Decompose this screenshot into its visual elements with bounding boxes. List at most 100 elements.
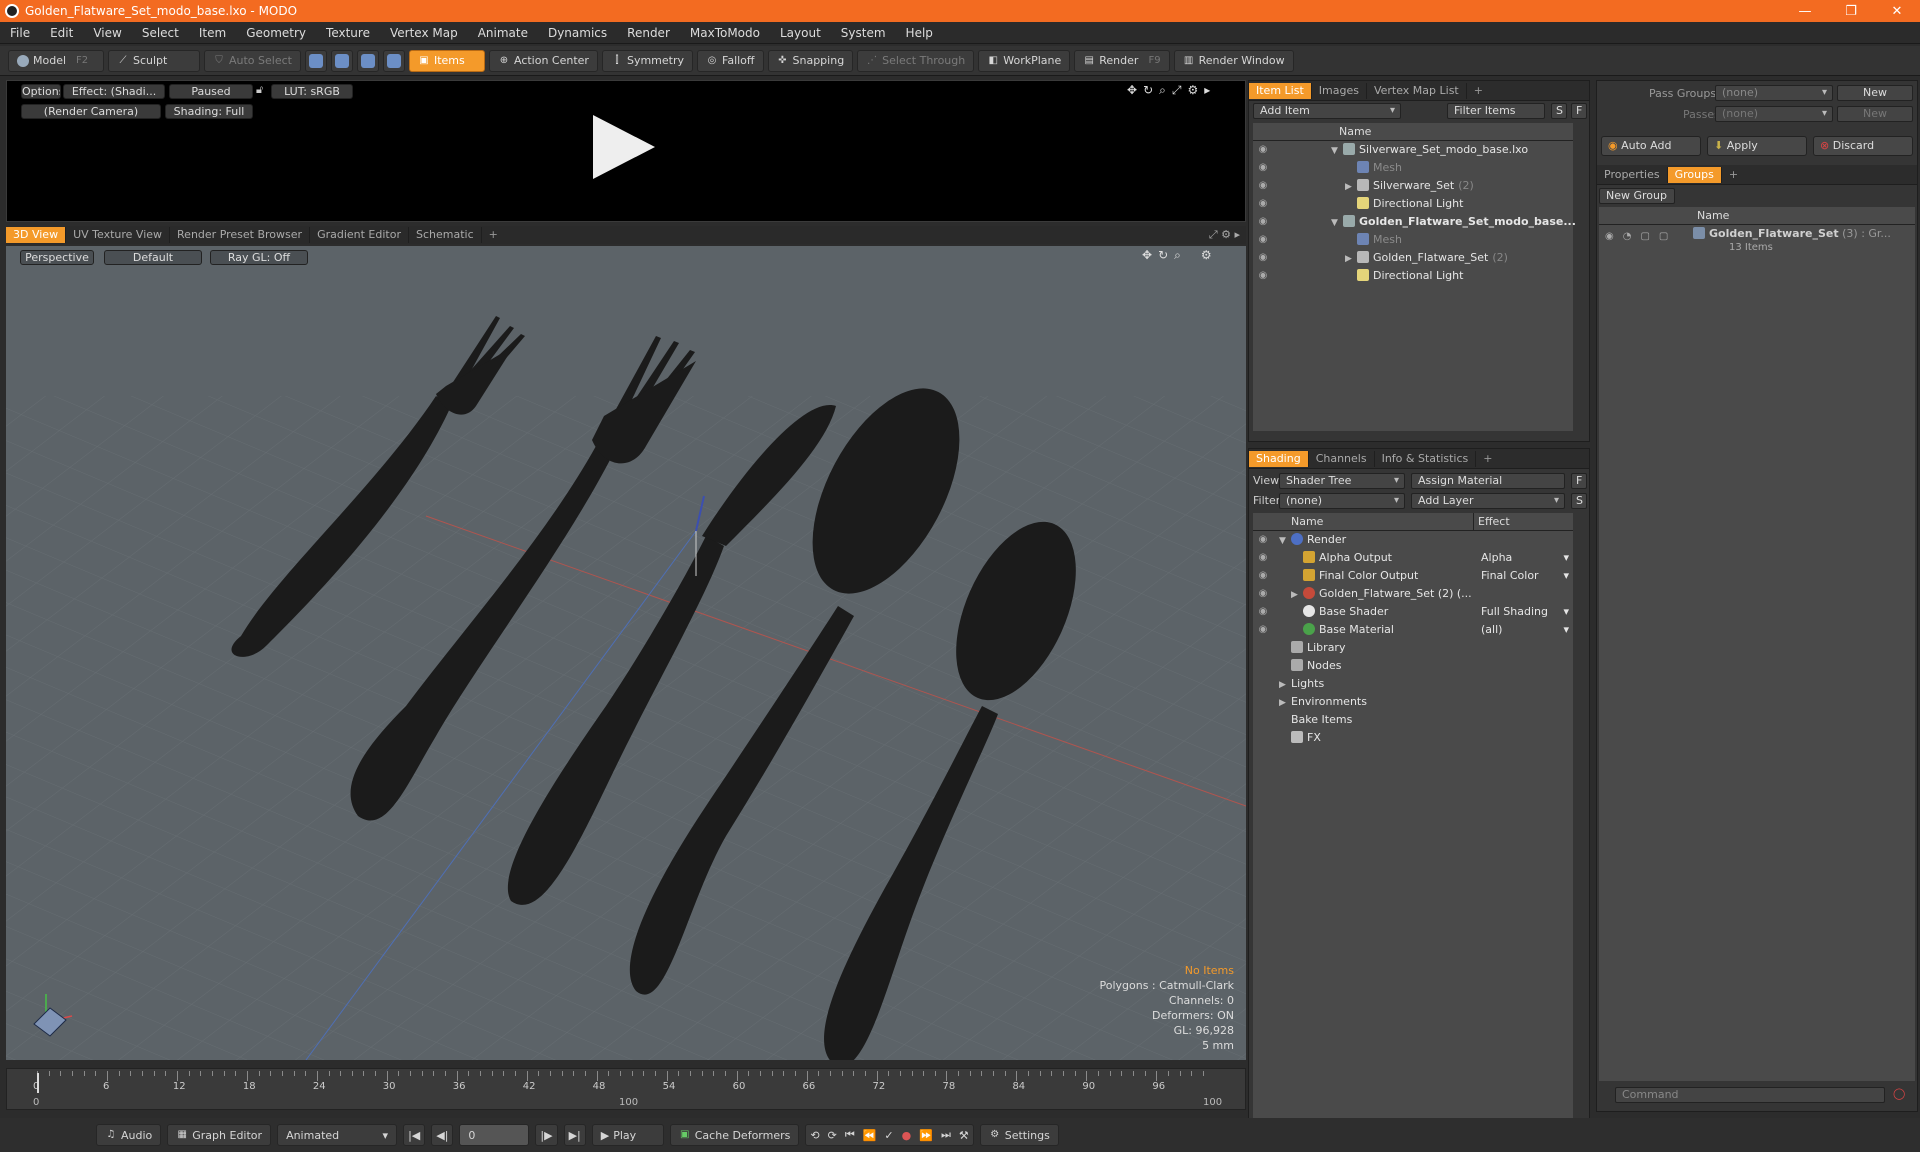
expand-arrow-icon[interactable]: ▶ <box>1345 250 1357 268</box>
shader-name-column-header[interactable]: Name <box>1253 513 1473 531</box>
menu-select[interactable]: Select <box>132 26 189 40</box>
tab-groups[interactable]: Groups <box>1667 166 1722 183</box>
groups-name-column-header[interactable]: Name <box>1599 207 1915 225</box>
select-materials-button[interactable] <box>382 49 405 72</box>
falloff-button[interactable]: ◎ Falloff <box>697 49 764 72</box>
timeline[interactable]: 06121824303642485460667278849096 0 100 1… <box>6 1068 1246 1110</box>
visibility-eye-icon[interactable]: ◉ <box>1257 159 1269 177</box>
menu-item[interactable]: Item <box>189 26 236 40</box>
visibility-eye-icon[interactable]: ◉ <box>1257 177 1269 195</box>
fit-icon[interactable]: ⤢ <box>1172 83 1182 98</box>
render-window-button[interactable]: ▥ Render Window <box>1173 49 1294 72</box>
model-mode-button[interactable]: Model F2 <box>8 49 104 72</box>
next-key-button[interactable]: |▶ <box>535 1124 558 1146</box>
record-icon[interactable]: ● <box>902 1129 912 1142</box>
shader-row[interactable]: ◉ Final Color Output Final Color ▾ <box>1253 567 1573 585</box>
3d-viewport[interactable]: Perspective Default Ray GL: Off ✥ ↻ ⌕ ⚙ … <box>6 246 1246 1060</box>
add-shading-tab[interactable]: + <box>1476 451 1499 467</box>
symmetry-button[interactable]: ⫿ Symmetry <box>601 49 694 72</box>
shader-filter-dropdown[interactable]: (none) <box>1279 493 1405 509</box>
menu-geometry[interactable]: Geometry <box>236 26 316 40</box>
shading-s-button[interactable]: S <box>1571 493 1587 509</box>
effect-dropdown[interactable]: (all) ▾ <box>1477 621 1573 639</box>
shader-row[interactable]: ◉ Base Material (all) ▾ <box>1253 621 1573 639</box>
workplane-button[interactable]: ◧ WorkPlane <box>978 49 1071 72</box>
render-button[interactable]: ▤ Render F9 <box>1074 49 1170 72</box>
visibility-eye-icon[interactable]: ◉ <box>1257 249 1269 267</box>
item-s-button[interactable]: S <box>1551 103 1567 119</box>
animated-dropdown[interactable]: Animated ▾ <box>277 1124 398 1146</box>
menu-file[interactable]: File <box>0 26 40 40</box>
command-input[interactable]: Command <box>1615 1087 1885 1103</box>
visibility-eye-icon[interactable]: ◉ <box>1257 603 1269 621</box>
expand-arrow-icon[interactable]: ▶ <box>1279 694 1291 712</box>
visibility-eye-icon[interactable]: ◉ <box>1257 549 1269 567</box>
tab-render-preset-browser[interactable]: Render Preset Browser <box>170 227 311 243</box>
play-small-icon[interactable]: ▸ <box>1204 83 1210 98</box>
expand-arrow-icon[interactable]: ▼ <box>1331 214 1343 232</box>
items-mode-button[interactable]: ▣ Items <box>408 49 485 72</box>
menu-system[interactable]: System <box>831 26 896 40</box>
effect-dropdown[interactable]: Full Shading ▾ <box>1477 603 1573 621</box>
zoom-icon[interactable]: ⌕ <box>1159 83 1166 98</box>
command-stop-icon[interactable]: ◯ <box>1893 1087 1905 1100</box>
item-row[interactable]: ◉ Mesh <box>1253 231 1573 249</box>
add-layer-dropdown[interactable]: Add Layer <box>1411 493 1565 509</box>
menu-dynamics[interactable]: Dynamics <box>538 26 617 40</box>
sculpt-mode-button[interactable]: ⟋ Sculpt <box>108 49 200 72</box>
visibility-eye-icon[interactable]: ◉ <box>1257 567 1269 585</box>
gear-icon[interactable]: ⚙ <box>1187 83 1198 98</box>
expand-arrow-icon[interactable]: ▶ <box>1345 178 1357 196</box>
new-group-button[interactable]: New Group <box>1599 188 1675 204</box>
snapping-button[interactable]: ✜ Snapping <box>767 49 854 72</box>
select-polygons-button[interactable] <box>356 49 379 72</box>
shader-row[interactable]: FX <box>1253 729 1573 747</box>
raygl-toggle[interactable]: Ray GL: Off <box>210 250 308 265</box>
apply-button[interactable]: ⬇ Apply <box>1707 136 1807 156</box>
expand-arrow-icon[interactable]: ▼ <box>1279 532 1291 550</box>
tab-channels[interactable]: Channels <box>1309 450 1375 467</box>
group-row[interactable]: Golden_Flatware_Set (3) : Gr... <box>1693 227 1891 240</box>
loop-icon[interactable]: ⟲ <box>810 1129 819 1142</box>
menu-layout[interactable]: Layout <box>770 26 831 40</box>
visibility-eye-icon[interactable]: ◉ <box>1257 141 1269 159</box>
shader-row[interactable]: Bake Items <box>1253 711 1573 729</box>
tab-shading[interactable]: Shading <box>1249 450 1309 467</box>
playback-tools[interactable]: ⟲ ⟳ ⏮ ⏪ ✓ ● ⏩ ⏭ ⚒ <box>805 1124 974 1146</box>
select-edges-button[interactable] <box>330 49 353 72</box>
key-tools-icon[interactable]: ⚒ <box>959 1129 969 1142</box>
view-style-dropdown[interactable]: Default <box>104 250 202 265</box>
tab-info-statistics[interactable]: Info & Statistics <box>1375 450 1477 467</box>
item-name-column-header[interactable]: Name <box>1253 123 1573 141</box>
menu-help[interactable]: Help <box>896 26 943 40</box>
auto-select-button[interactable]: ⛉ Auto Select <box>204 49 301 72</box>
lock-icon[interactable]: 🔓︎ <box>256 83 263 97</box>
new-pass-group-button[interactable]: New <box>1837 85 1913 101</box>
rotate-icon[interactable]: ↻ <box>1143 83 1153 98</box>
add-groups-tab[interactable]: + <box>1722 167 1745 183</box>
shader-row[interactable]: Library <box>1253 639 1573 657</box>
add-panel-tab[interactable]: + <box>1467 83 1490 99</box>
menu-render[interactable]: Render <box>617 26 680 40</box>
expand-arrow-icon[interactable]: ▶ <box>1291 586 1303 604</box>
close-icon[interactable]: ✕ <box>1874 4 1920 19</box>
passes-dropdown[interactable]: (none) <box>1715 106 1833 122</box>
shading-f-button[interactable]: F <box>1571 473 1587 489</box>
group-visibility-icons[interactable]: ◉◔▢▢ <box>1605 231 1677 242</box>
add-item-dropdown[interactable]: Add Item <box>1253 103 1401 119</box>
tab-vertex-map-list[interactable]: Vertex Map List <box>1367 82 1467 99</box>
zoom-view-icon[interactable]: ⌕ <box>1174 248 1181 263</box>
preview-effect-dropdown[interactable]: Effect: (Shadi... <box>63 84 165 99</box>
pan-view-icon[interactable]: ✥ <box>1142 248 1152 263</box>
tab-images[interactable]: Images <box>1312 82 1367 99</box>
prev-key-button[interactable]: ◀| <box>431 1124 454 1146</box>
shader-row[interactable]: ◉ ▼ Render <box>1253 531 1573 549</box>
tab-3d-view[interactable]: 3D View <box>6 227 67 243</box>
play-preview-icon[interactable] <box>593 115 655 179</box>
tab-gradient-editor[interactable]: Gradient Editor <box>310 227 409 243</box>
projection-dropdown[interactable]: Perspective <box>20 250 94 265</box>
goto-end-button[interactable]: ▶| <box>563 1124 586 1146</box>
menu-texture[interactable]: Texture <box>316 26 380 40</box>
cache-deformers-button[interactable]: ▣ Cache Deformers <box>669 1124 800 1146</box>
item-row[interactable]: ◉ Directional Light <box>1253 195 1573 213</box>
